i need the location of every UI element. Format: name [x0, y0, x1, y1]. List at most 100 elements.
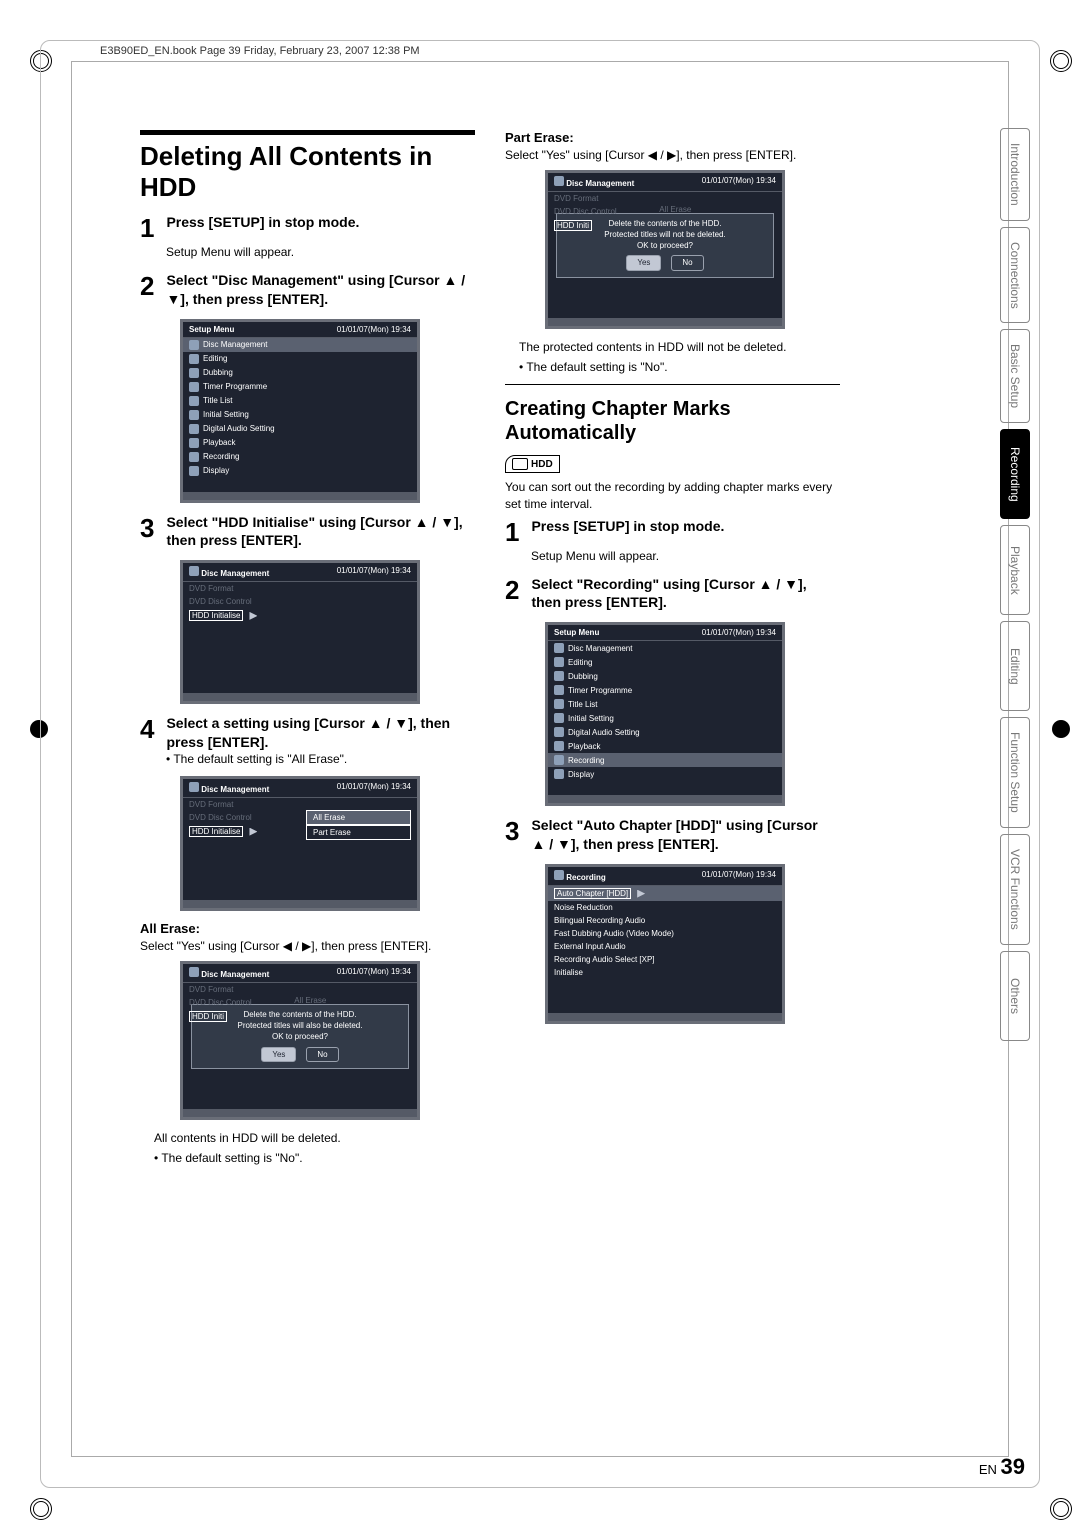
panel-title-label: Setup Menu — [189, 325, 234, 334]
panel-datetime: 01/01/07(Mon) 19:34 — [702, 870, 776, 882]
menu-label: HDD Initialise — [189, 826, 243, 837]
tab-connections[interactable]: Connections — [1000, 227, 1030, 324]
menu-item[interactable]: Display — [548, 767, 782, 781]
menu-item[interactable]: Bilingual Recording Audio — [548, 914, 782, 927]
no-button[interactable]: No — [671, 255, 703, 270]
display-icon — [189, 466, 199, 476]
option-label: Part Erase — [313, 828, 351, 837]
menu-label: Initial Setting — [568, 714, 614, 723]
step-number: 1 — [505, 517, 527, 548]
tab-function-setup[interactable]: Function Setup — [1000, 717, 1030, 828]
tab-basic-setup[interactable]: Basic Setup — [1000, 329, 1030, 423]
panel-datetime: 01/01/07(Mon) 19:34 — [337, 566, 411, 578]
yes-button[interactable]: Yes — [626, 255, 661, 270]
hdd-icon: HDD — [505, 455, 560, 473]
panel-datetime: 01/01/07(Mon) 19:34 — [337, 967, 411, 979]
tab-playback[interactable]: Playback — [1000, 525, 1030, 615]
menu-item: DVD Format — [183, 798, 300, 811]
menu-item[interactable]: Fast Dubbing Audio (Video Mode) — [548, 927, 782, 940]
menu-label: Editing — [568, 658, 592, 667]
menu-item: DVD Disc Control — [548, 205, 653, 218]
menu-item[interactable]: Dubbing — [183, 366, 417, 380]
tab-vcr-functions[interactable]: VCR Functions — [1000, 834, 1030, 945]
all-erase-heading: All Erase: — [140, 921, 475, 936]
menu-label: Title List — [203, 396, 233, 405]
step-4-bullet: • The default setting is "All Erase". — [166, 752, 475, 766]
tab-recording[interactable]: Recording — [1000, 429, 1030, 519]
menu-item[interactable]: Digital Audio Setting — [548, 725, 782, 739]
menu-label: Digital Audio Setting — [568, 728, 640, 737]
panel-title-label: Disc Management — [201, 785, 269, 794]
menu-item[interactable]: Disc Management — [183, 338, 417, 352]
step-2-heading: Select "Disc Management" using [Cursor ▲… — [166, 271, 466, 309]
registration-mark-icon — [30, 1498, 52, 1520]
menu-item[interactable]: Timer Programme — [548, 683, 782, 697]
menu-item[interactable]: Playback — [548, 739, 782, 753]
option-item[interactable]: Part Erase — [306, 825, 411, 840]
menu-item[interactable]: Dubbing — [548, 669, 782, 683]
menu-label: Fast Dubbing Audio (Video Mode) — [554, 929, 674, 938]
list-icon — [554, 699, 564, 709]
menu-label: DVD Format — [189, 985, 233, 994]
menu-label: DVD Disc Control — [189, 998, 252, 1007]
step-4-heading: Select a setting using [Cursor ▲ / ▼], t… — [166, 714, 466, 752]
option-item[interactable]: All Erase — [306, 810, 411, 825]
menu-item[interactable]: Title List — [548, 697, 782, 711]
menu-item[interactable]: Auto Chapter [HDD] — [548, 886, 782, 901]
record-icon — [554, 870, 564, 880]
menu-item[interactable]: Noise Reduction — [548, 901, 782, 914]
menu-item[interactable]: Initialise — [548, 966, 782, 979]
menu-item[interactable]: Disc Management — [548, 641, 782, 655]
chapter-intro: You can sort out the recording by adding… — [505, 479, 840, 513]
menu-label: Auto Chapter [HDD] — [554, 888, 631, 899]
menu-item[interactable]: Timer Programme — [183, 380, 417, 394]
side-tab-rail: Introduction Connections Basic Setup Rec… — [1000, 128, 1030, 1041]
menu-item[interactable]: Recording Audio Select [XP] — [548, 953, 782, 966]
menu-item[interactable]: Playback — [183, 436, 417, 450]
menu-item[interactable]: Digital Audio Setting — [183, 422, 417, 436]
menu-item[interactable]: External Input Audio — [548, 940, 782, 953]
no-button[interactable]: No — [306, 1047, 338, 1062]
menu-item[interactable]: Editing — [183, 352, 417, 366]
tab-introduction[interactable]: Introduction — [1000, 128, 1030, 221]
menu-label: Display — [203, 466, 229, 475]
panel-title-label: Setup Menu — [554, 628, 599, 637]
option-disabled: All Erase — [653, 192, 782, 216]
menu-label: DVD Format — [189, 800, 233, 809]
right-column: Part Erase: Select "Yes" using [Cursor ◀… — [505, 130, 840, 1171]
menu-item[interactable]: Initial Setting — [183, 408, 417, 422]
menu-label: Playback — [203, 438, 235, 447]
menu-label: HDD Initialise — [189, 610, 243, 621]
menu-label: Recording — [203, 452, 239, 461]
menu-item[interactable]: HDD Initialise — [183, 824, 300, 839]
part-erase-note2: • The default setting is "No". — [519, 359, 840, 376]
menu-label: DVD Disc Control — [554, 207, 617, 216]
disc-icon — [189, 566, 199, 576]
page-number-value: 39 — [1001, 1454, 1025, 1479]
option-label: All Erase — [659, 205, 691, 214]
part-erase-heading: Part Erase: — [505, 130, 840, 145]
menu-item[interactable]: Recording — [183, 450, 417, 464]
part-erase-note1: The protected contents in HDD will not b… — [519, 339, 840, 356]
menu-item[interactable]: Editing — [548, 655, 782, 669]
menu-item[interactable]: Display — [183, 464, 417, 478]
menu-item[interactable]: Recording — [548, 753, 782, 767]
menu-label: Editing — [203, 354, 227, 363]
menu-item[interactable]: Initial Setting — [548, 711, 782, 725]
menu-item: DVD Format — [183, 983, 288, 996]
menu-item[interactable]: Title List — [183, 394, 417, 408]
edit-icon — [554, 657, 564, 667]
menu-label: Display — [568, 770, 594, 779]
menu-label: External Input Audio — [554, 942, 626, 951]
menu-label: Timer Programme — [203, 382, 267, 391]
panel-title-label: Recording — [566, 873, 606, 882]
yes-button[interactable]: Yes — [261, 1047, 296, 1062]
step-number: 2 — [505, 575, 527, 606]
timer-icon — [189, 382, 199, 392]
menu-item[interactable]: HDD Initialise — [183, 608, 417, 623]
panel-datetime: 01/01/07(Mon) 19:34 — [337, 782, 411, 794]
tab-others[interactable]: Others — [1000, 951, 1030, 1041]
play-icon — [189, 438, 199, 448]
tab-editing[interactable]: Editing — [1000, 621, 1030, 711]
chevron-right-icon — [637, 890, 645, 898]
